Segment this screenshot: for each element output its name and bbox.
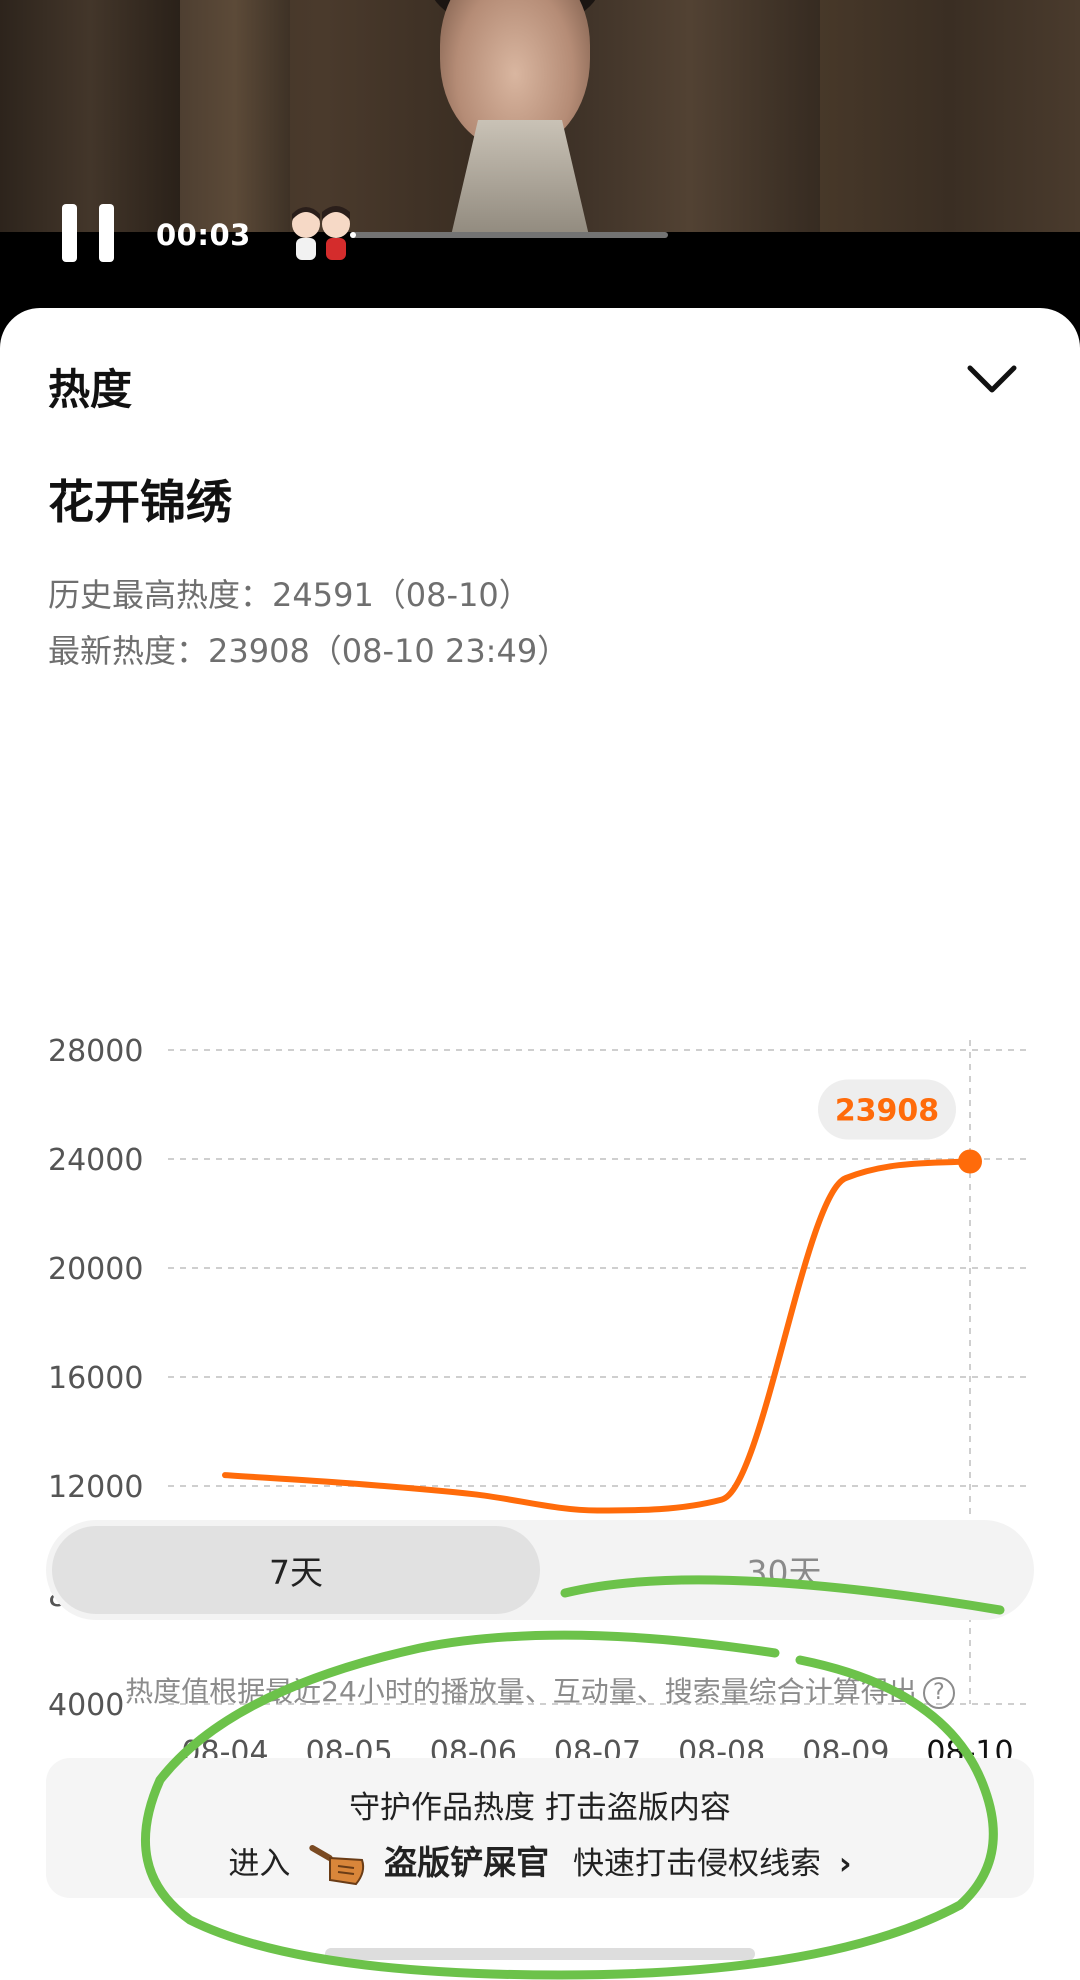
sheet-title: 热度 — [48, 365, 133, 414]
heat-footnote: 热度值根据最近24小时的播放量、互动量、搜索量综合计算得出? — [0, 1670, 1080, 1710]
anti-piracy-banner[interactable]: 守护作品热度 打击盗版内容 进入 盗版铲屎官 快速打击侵权线索 › — [46, 1758, 1034, 1898]
range-toggle: 7天 30天 — [46, 1520, 1034, 1620]
video-frame-bg — [0, 0, 180, 232]
heat-sheet: 热度 花开锦绣 历史最高热度：24591（08-10） 最新热度：23908（0… — [0, 308, 1080, 1980]
promo-line1: 守护作品热度 打击盗版内容 — [349, 1790, 731, 1826]
help-icon[interactable]: ? — [922, 1677, 955, 1709]
footnote-text: 热度值根据最近24小时的播放量、互动量、搜索量综合计算得出 — [125, 1675, 917, 1708]
latest-heat-line: 最新热度：23908（08-10 23:49） — [48, 632, 570, 670]
cartoon-couple-icon — [292, 206, 350, 260]
promo-brand: 盗版铲屎官 — [384, 1843, 550, 1882]
y-tick-label: 20000 — [48, 1252, 143, 1287]
peak-heat-line: 历史最高热度：24591（08-10） — [48, 576, 531, 614]
video-player[interactable]: 00:03 — [0, 0, 1080, 330]
video-progress-bar[interactable] — [350, 232, 668, 238]
heat-series-line — [222, 1158, 973, 1514]
show-title: 花开锦绣 — [48, 475, 232, 529]
y-tick-label: 28000 — [48, 1034, 143, 1069]
shovel-icon — [309, 1844, 365, 1885]
y-tick-label: 12000 — [48, 1470, 143, 1505]
chevron-down-icon[interactable] — [964, 360, 1020, 400]
data-point — [958, 1149, 982, 1174]
elapsed-time: 00:03 — [156, 218, 251, 252]
heat-chart-svg: 28000240002000016000120008000400008-0408… — [48, 1034, 1030, 1770]
promo-prefix: 进入 — [228, 1846, 291, 1882]
chevron-right-icon: › — [838, 1846, 852, 1882]
range-option-7d[interactable]: 7天 — [52, 1526, 540, 1614]
y-tick-label: 16000 — [48, 1361, 143, 1396]
promo-suffix: 快速打击侵权线索 — [572, 1846, 821, 1882]
y-tick-label: 24000 — [48, 1143, 143, 1178]
pause-icon[interactable] — [62, 204, 114, 262]
value-callout-label: 23908 — [835, 1094, 939, 1129]
home-indicator[interactable] — [325, 1948, 755, 1960]
range-option-30d[interactable]: 30天 — [540, 1526, 1028, 1614]
heat-line-chart: 28000240002000016000120008000400008-0408… — [0, 708, 1080, 1788]
promo-line2: 进入 盗版铲屎官 快速打击侵权线索 › — [46, 1836, 1034, 1888]
video-progress-fill — [350, 232, 357, 238]
